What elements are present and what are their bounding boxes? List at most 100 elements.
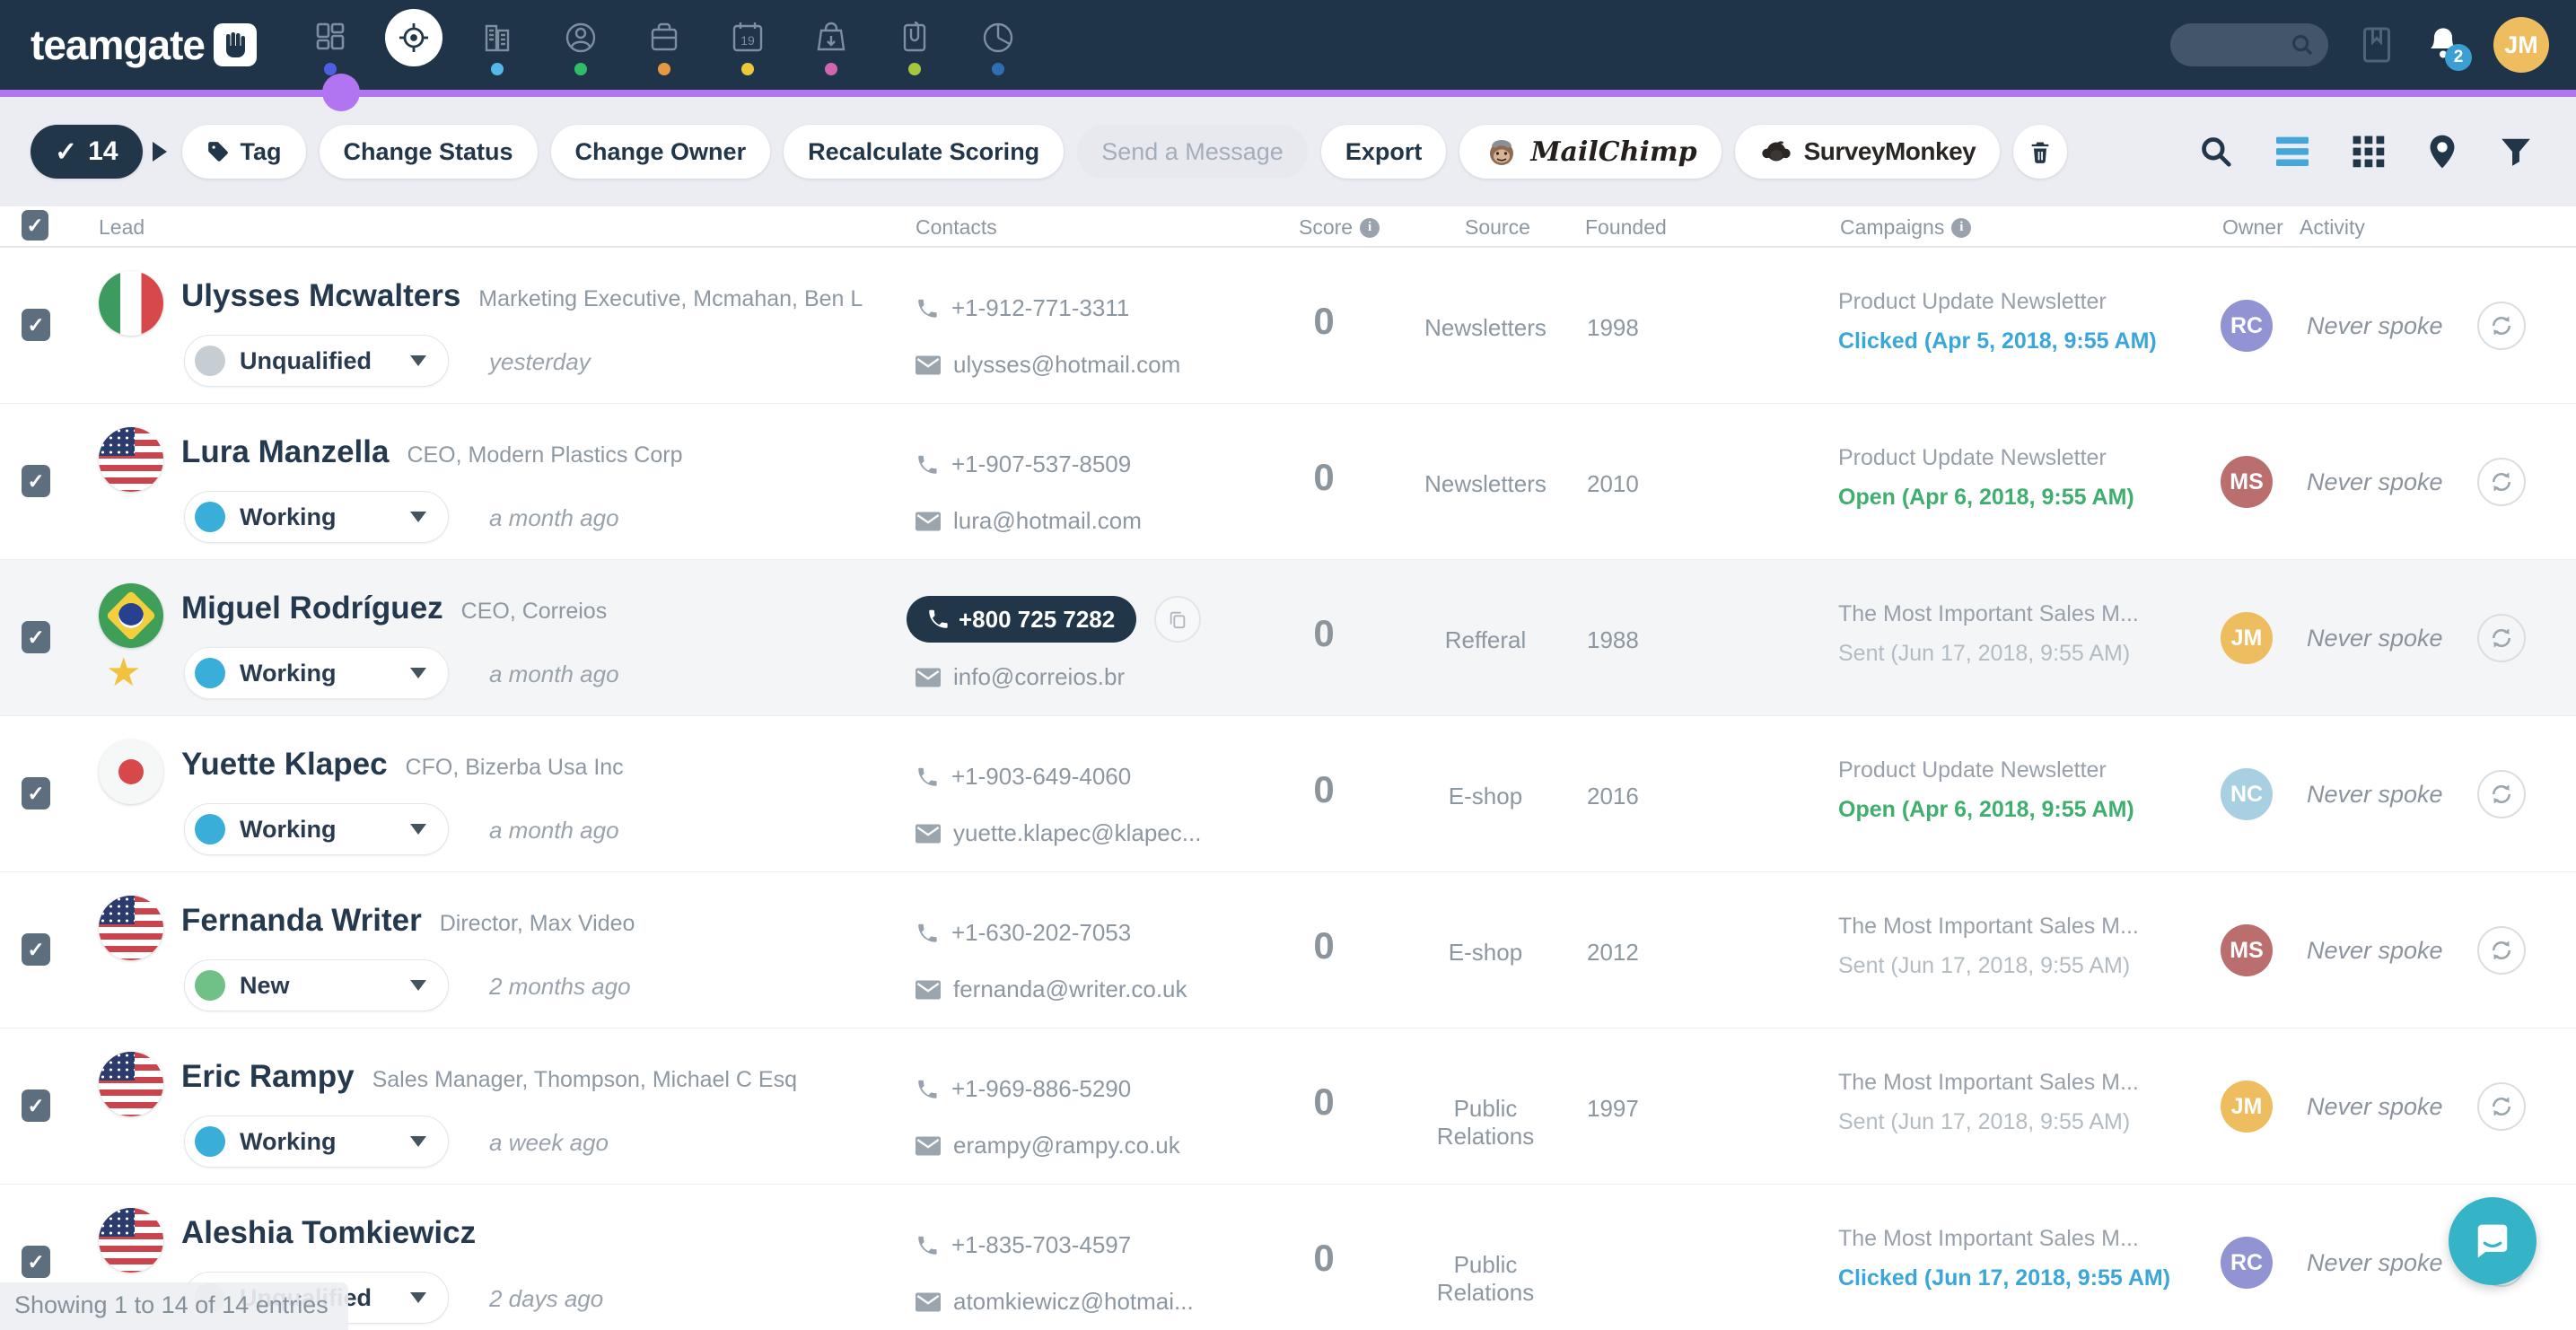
surveymonkey-button[interactable]: SurveyMonkey — [1735, 125, 2001, 179]
status-dropdown[interactable]: Unqualified — [184, 335, 449, 387]
nav-contacts[interactable] — [539, 0, 623, 90]
bookmarks-icon[interactable] — [2361, 26, 2393, 64]
email-link[interactable]: fernanda@writer.co.uk — [916, 976, 1187, 1003]
calendar-day-label: 19 — [741, 33, 756, 48]
export-button[interactable]: Export — [1321, 125, 1447, 179]
grid-view-button[interactable] — [2352, 135, 2386, 169]
row-checkbox[interactable] — [22, 933, 50, 966]
phone-link[interactable]: +1-903-649-4060 — [916, 763, 1131, 791]
send-message-button[interactable]: Send a Message — [1077, 125, 1308, 179]
status-dropdown[interactable]: New — [184, 959, 449, 1011]
email-address: yuette.klapec@klapec... — [953, 819, 1201, 847]
refresh-activity-button[interactable] — [2477, 302, 2526, 350]
tag-button[interactable]: Tag — [182, 125, 306, 179]
row-checkbox[interactable] — [22, 621, 50, 653]
score-value: 0 — [1292, 1081, 1355, 1124]
source-value: E-shop — [1409, 783, 1562, 810]
change-owner-button[interactable]: Change Owner — [551, 125, 771, 179]
table-search-button[interactable] — [2199, 135, 2233, 169]
refresh-activity-button[interactable] — [2477, 1082, 2526, 1131]
email-link[interactable]: atomkiewicz@hotmai... — [916, 1288, 1194, 1316]
phone-link[interactable]: +1-835-703-4597 — [916, 1231, 1131, 1259]
refresh-activity-button[interactable] — [2477, 926, 2526, 975]
nav-products[interactable] — [790, 0, 873, 90]
status-dropdown[interactable]: Working — [184, 647, 449, 699]
country-flag-icon — [99, 427, 163, 492]
recalculate-scoring-button[interactable]: Recalculate Scoring — [784, 125, 1064, 179]
row-checkbox[interactable] — [22, 777, 50, 809]
phone-link[interactable]: +800 725 7282 — [907, 596, 1201, 643]
phone-number: +1-835-703-4597 — [951, 1231, 1131, 1259]
owner-avatar[interactable]: JM — [2221, 612, 2273, 664]
nav-insights[interactable] — [957, 0, 1040, 90]
status-dropdown[interactable]: Working — [184, 1116, 449, 1168]
expand-selection-icon[interactable] — [153, 142, 167, 162]
delete-button[interactable] — [2013, 125, 2067, 179]
chevron-down-icon — [410, 1292, 426, 1303]
nav-calendar[interactable]: 19 — [706, 0, 790, 90]
hand-logo-icon — [214, 23, 257, 66]
activity-status: Never spoke — [2307, 468, 2443, 496]
refresh-activity-button[interactable] — [2477, 770, 2526, 818]
lead-name[interactable]: Aleshia Tomkiewicz — [181, 1215, 476, 1251]
map-view-button[interactable] — [2427, 134, 2458, 170]
refresh-activity-button[interactable] — [2477, 614, 2526, 662]
chat-widget-button[interactable] — [2449, 1197, 2537, 1285]
phone-link[interactable]: +1-912-771-3311 — [916, 294, 1129, 322]
owner-avatar[interactable]: MS — [2221, 924, 2273, 976]
phone-link[interactable]: +1-969-886-5290 — [916, 1075, 1131, 1103]
owner-avatar[interactable]: JM — [2221, 1081, 2273, 1133]
user-avatar[interactable]: JM — [2493, 17, 2549, 73]
row-checkbox[interactable] — [22, 465, 50, 497]
email-link[interactable]: yuette.klapec@klapec... — [916, 819, 1201, 847]
refresh-activity-button[interactable] — [2477, 458, 2526, 506]
email-link[interactable]: erampy@rampy.co.uk — [916, 1132, 1180, 1159]
change-status-button[interactable]: Change Status — [320, 125, 538, 179]
lead-name[interactable]: Fernanda Writer — [181, 903, 422, 939]
phone-link[interactable]: +1-630-202-7053 — [916, 919, 1131, 947]
filter-button[interactable] — [2499, 135, 2533, 169]
lead-name[interactable]: Ulysses Mcwalters — [181, 278, 460, 314]
nav-leads[interactable] — [372, 0, 456, 90]
row-checkbox[interactable] — [22, 309, 50, 341]
lead-name[interactable]: Lura Manzella — [181, 434, 389, 470]
header-contacts: Contacts — [916, 215, 997, 240]
owner-avatar[interactable]: RC — [2221, 1237, 2273, 1289]
status-dropdown[interactable]: Working — [184, 803, 449, 855]
nav-deals[interactable] — [623, 0, 706, 90]
email-link[interactable]: ulysses@hotmail.com — [916, 351, 1180, 379]
search-icon — [2199, 135, 2233, 169]
lead-name[interactable]: Miguel Rodríguez — [181, 591, 443, 626]
teamgate-logo[interactable]: teamgate — [31, 21, 257, 69]
row-checkbox[interactable] — [22, 1089, 50, 1122]
copy-phone-button[interactable] — [1154, 596, 1201, 643]
global-search-input[interactable] — [2170, 23, 2328, 66]
notifications-bell[interactable]: 2 — [2425, 25, 2461, 66]
products-icon — [802, 9, 860, 66]
leads-target-icon — [385, 9, 442, 66]
select-all-checkbox[interactable] — [22, 210, 48, 241]
nav-dot — [741, 63, 754, 75]
selected-count-button[interactable]: ✓ 14 — [31, 125, 143, 179]
last-activity-time: a month ago — [489, 504, 619, 532]
nav-dot — [908, 63, 921, 75]
row-checkbox[interactable] — [22, 1246, 50, 1278]
email-link[interactable]: lura@hotmail.com — [916, 507, 1142, 535]
last-activity-time: a week ago — [489, 1129, 609, 1157]
lead-name[interactable]: Yuette Klapec — [181, 747, 388, 783]
owner-avatar[interactable]: MS — [2221, 456, 2273, 508]
phone-link[interactable]: +1-907-537-8509 — [916, 451, 1131, 478]
star-icon[interactable]: ★ — [106, 650, 141, 696]
email-link[interactable]: info@correios.br — [916, 663, 1125, 691]
score-value: 0 — [1292, 1237, 1355, 1280]
owner-avatar[interactable]: RC — [2221, 300, 2273, 352]
lead-title: CFO, Bizerba Usa Inc — [406, 755, 624, 781]
nav-companies[interactable] — [456, 0, 539, 90]
owner-avatar[interactable]: NC — [2221, 768, 2273, 820]
trash-icon — [2028, 139, 2053, 164]
lead-name[interactable]: Eric Rampy — [181, 1059, 355, 1095]
status-dropdown[interactable]: Working — [184, 491, 449, 543]
list-view-button[interactable] — [2274, 136, 2310, 168]
nav-files[interactable] — [873, 0, 957, 90]
mailchimp-button[interactable]: MailChimp — [1459, 125, 1721, 179]
